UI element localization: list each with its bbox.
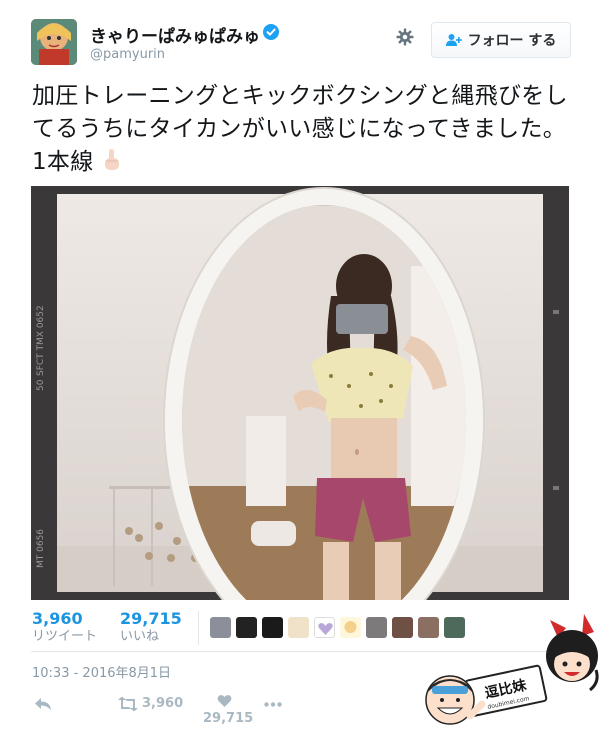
gear-icon[interactable] bbox=[396, 28, 414, 46]
like-stat[interactable]: 29,715 いいね bbox=[120, 610, 182, 646]
watermark-logo: 逗比妹 doubimei.com bbox=[425, 614, 599, 725]
film-edge-text-3: MT 0656 bbox=[36, 529, 46, 568]
liker-avatar[interactable] bbox=[236, 617, 257, 638]
like-stat-count: 29,715 bbox=[120, 609, 182, 628]
like-stat-label: いいね bbox=[120, 629, 160, 644]
follow-button[interactable]: フォロー する bbox=[431, 22, 571, 58]
user-handle[interactable]: @pamyurin bbox=[90, 47, 165, 62]
display-name[interactable]: きゃりーぱみゅぱみゅ bbox=[90, 22, 260, 47]
more-icon[interactable] bbox=[264, 702, 282, 707]
follow-button-label: フォロー する bbox=[467, 33, 557, 49]
retweet-stat[interactable]: 3,960 リツイート bbox=[32, 610, 97, 646]
film-edge-text-2: 50 bbox=[36, 379, 46, 391]
liker-avatar[interactable] bbox=[262, 617, 283, 638]
avatar[interactable] bbox=[31, 19, 77, 65]
liker-avatar[interactable] bbox=[210, 617, 231, 638]
retweet-action-count: 3,960 bbox=[142, 696, 184, 711]
reply-icon[interactable] bbox=[34, 697, 52, 711]
liker-avatar[interactable] bbox=[314, 617, 335, 638]
like-icon[interactable] bbox=[217, 694, 232, 708]
liker-avatar[interactable] bbox=[340, 617, 361, 638]
like-action-count: 29,715 bbox=[203, 711, 254, 726]
tweet-photo[interactable]: SFCT TMX 0652 50 MT 0656 bbox=[31, 186, 569, 600]
tweet-timestamp[interactable]: 10:33 - 2016年8月1日 bbox=[32, 662, 171, 681]
verified-badge-icon bbox=[263, 24, 279, 40]
liker-avatar[interactable] bbox=[366, 617, 387, 638]
liker-avatar[interactable] bbox=[288, 617, 309, 638]
retweet-icon[interactable] bbox=[117, 697, 139, 711]
retweet-stat-label: リツイート bbox=[32, 629, 98, 644]
stats-divider bbox=[198, 611, 199, 645]
pointing-up-hand-icon bbox=[105, 149, 120, 170]
retweet-stat-count: 3,960 bbox=[32, 609, 83, 628]
film-edge-text-1: SFCT TMX 0652 bbox=[36, 305, 46, 376]
follow-person-icon bbox=[445, 34, 462, 46]
tweet-text: 加圧トレーニングとキックボクシングと縄飛びをしてるうちにタイカンがいい感じになっ… bbox=[32, 80, 572, 179]
